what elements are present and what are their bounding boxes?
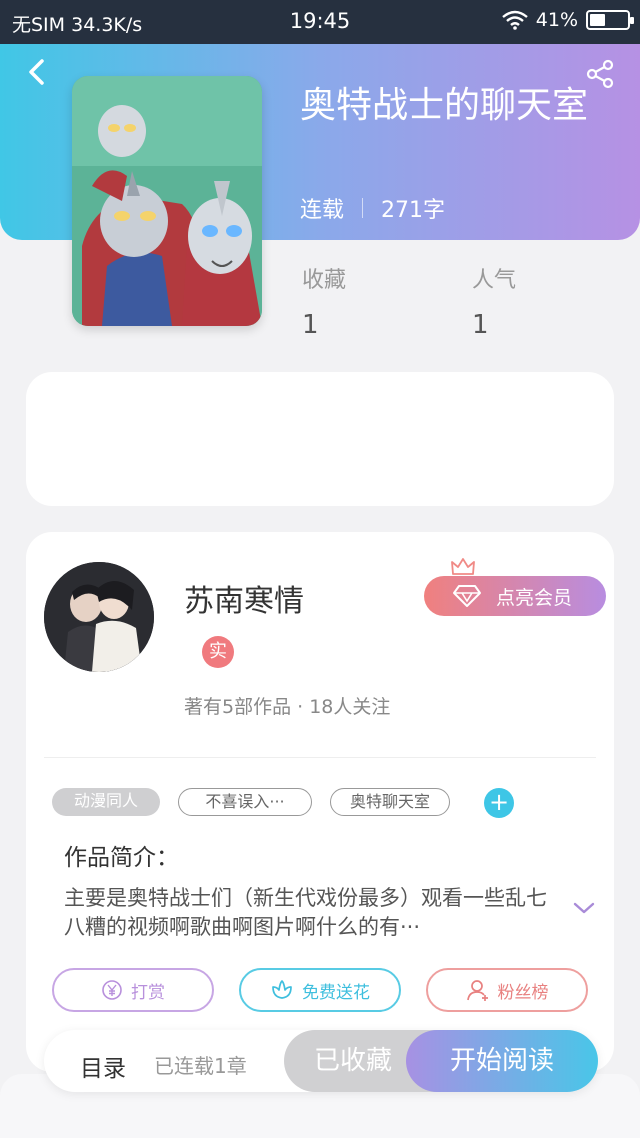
battery-fill	[590, 14, 605, 26]
status-right: 41%	[501, 9, 634, 31]
popularity-value: 1	[472, 310, 489, 340]
back-icon[interactable]	[22, 56, 54, 88]
verified-badge: 实	[202, 636, 234, 668]
blank-card	[26, 372, 614, 506]
book-status: 连载	[300, 198, 345, 223]
reward-label: 打赏	[131, 982, 165, 1003]
free-flower-label: 免费送花	[302, 982, 370, 1003]
yen-icon	[102, 980, 122, 1000]
author-summary: 著有5部作品 · 18人关注	[184, 696, 391, 718]
book-title: 奥特战士的聊天室	[300, 85, 589, 126]
battery-icon	[586, 10, 634, 30]
crown-icon	[451, 558, 475, 575]
fans-rank-label: 粉丝榜	[497, 982, 549, 1003]
meta-separator	[362, 198, 364, 218]
author-card: 苏南寒情 实 著有5部作品 · 18人关注 点亮会员 动漫同人 不喜误入··· …	[26, 532, 614, 1072]
cover-illustration	[72, 76, 262, 326]
tag-warning[interactable]: 不喜误入···	[178, 788, 312, 816]
user-icon	[466, 980, 488, 1001]
popularity-label: 人气	[472, 268, 517, 293]
reward-button[interactable]: 打赏	[52, 968, 214, 1012]
tag-anime-fanfic[interactable]: 动漫同人	[52, 788, 160, 816]
vip-button[interactable]: 点亮会员	[424, 558, 606, 616]
vip-button-label: 点亮会员	[496, 586, 573, 609]
status-bar: 无SIM 34.3K/s 19:45 41%	[0, 0, 640, 44]
popularity-stat: 人气 1	[472, 262, 516, 340]
avatar-image	[44, 562, 154, 672]
book-meta: 连载 271字	[300, 192, 445, 224]
favorites-stat: 收藏 1	[302, 262, 346, 340]
wifi-icon	[501, 10, 528, 30]
favorites-label: 收藏	[302, 268, 347, 293]
intro-text[interactable]: 主要是奥特战士们（新生代戏份最多）观看一些乱七八糟的视频啊歌曲啊图片啊什么的有·…	[64, 884, 554, 942]
fans-rank-button[interactable]: 粉丝榜	[426, 968, 588, 1012]
intro-label: 作品简介：	[64, 845, 179, 871]
author-name[interactable]: 苏南寒情	[184, 576, 304, 620]
divider	[44, 757, 596, 758]
tag-chatroom[interactable]: 奥特聊天室	[330, 788, 450, 816]
bottom-action-bar: 目录 已连载1章 已收藏 开始阅读	[44, 1030, 598, 1092]
add-tag-button[interactable]: +	[484, 788, 514, 818]
author-avatar[interactable]	[44, 562, 154, 672]
flower-icon	[272, 980, 292, 999]
diamond-icon	[453, 585, 481, 607]
start-reading-button[interactable]: 开始阅读	[406, 1030, 598, 1092]
word-count: 271字	[381, 198, 446, 223]
favorites-value: 1	[302, 310, 319, 340]
free-flower-button[interactable]: 免费送花	[239, 968, 401, 1012]
battery-percent: 41%	[535, 9, 578, 31]
chapter-count[interactable]: 已连载1章	[154, 1050, 247, 1079]
chevron-down-icon[interactable]	[572, 900, 596, 916]
toc-button[interactable]: 目录	[80, 1049, 126, 1083]
book-cover[interactable]	[72, 76, 262, 326]
